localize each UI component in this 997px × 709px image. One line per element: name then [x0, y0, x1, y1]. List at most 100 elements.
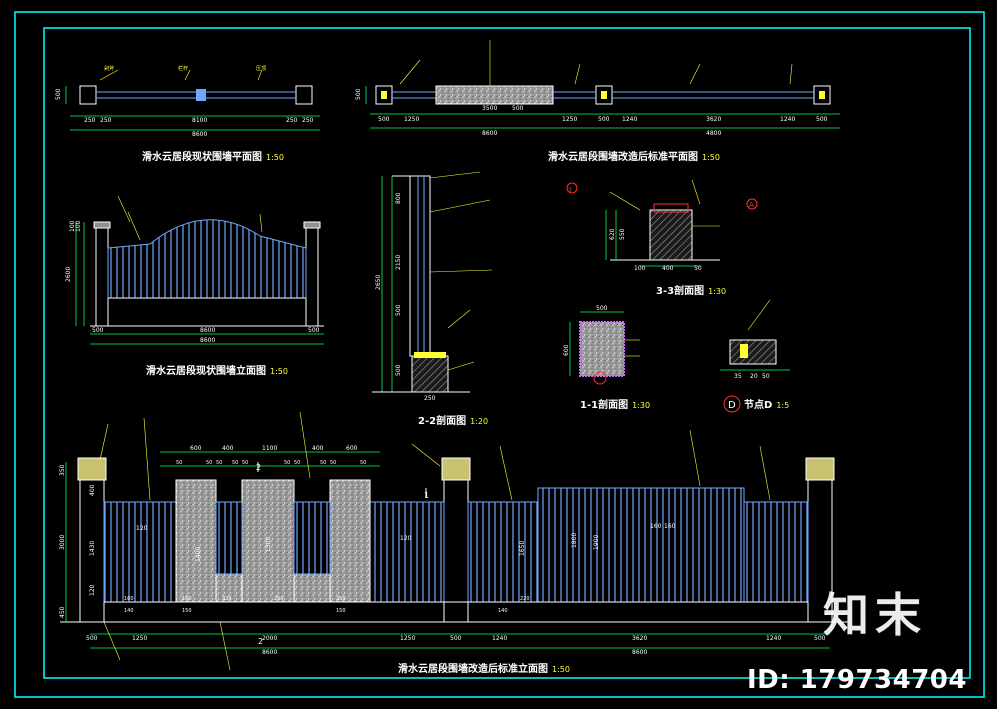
- elev-original-dim-2: 500: [308, 327, 320, 334]
- elev-original-dim-0: 500: [92, 327, 104, 334]
- elev-new-left-dim-0: 350: [59, 464, 66, 476]
- elev-new-bottom-dim-4: 500: [450, 635, 462, 642]
- plan-original-dim-4: 250: [302, 117, 314, 124]
- title-elev-original-scale: 1:50: [270, 367, 288, 376]
- plan-new-dim-3: 1250: [562, 116, 577, 123]
- plan-original-dim-3: 250: [286, 117, 298, 124]
- elev-new-top-dim-11: 50: [294, 460, 300, 466]
- plan-new-dim-12: 500: [355, 88, 362, 100]
- title-sec-33-text: 3-3剖面图: [656, 286, 705, 297]
- sec33-marker-a: A: [749, 201, 754, 209]
- elev-new-top-dim-13: 50: [330, 460, 336, 466]
- sec22-dim-0: 800: [395, 192, 402, 204]
- title-node-d-text: 节点D: [744, 400, 773, 411]
- plan-new-dim-10: 4800: [706, 130, 721, 137]
- sec33-dim-0: 620: [609, 228, 616, 240]
- sec33-dim-1: 550: [619, 228, 626, 240]
- elev-new-top-dim-3: 400: [312, 445, 324, 452]
- elev-new-inner-dim-12: 220: [520, 596, 530, 602]
- elev-new-inner-dim-11: 250: [336, 596, 346, 602]
- plan-new-dim-0: 500: [378, 116, 390, 123]
- svg-text:栏杆: 栏杆: [178, 65, 188, 72]
- elev-new-inner-dim-9: 220: [222, 596, 232, 602]
- elev-new-left-dim-5: 450: [59, 606, 66, 618]
- plan-new-dim-2: 3500: [482, 105, 497, 112]
- elev-new-top-dim-6: 50: [206, 460, 212, 466]
- elev-new-inner-dim-3: 1650: [519, 541, 526, 556]
- title-sec-22-text: 2-2剖面图: [418, 416, 467, 427]
- elev-new-inner-dim-0: 120: [136, 525, 148, 532]
- elev-new-inner-dim-10: 250: [274, 596, 284, 602]
- elev-new-bottom-dim-2: 2000: [262, 635, 277, 642]
- elev-new-inner-dim-8: 160: [182, 596, 192, 602]
- sec11-dim-0: 500: [596, 305, 608, 312]
- elev-new-inner-dim-5: 1900: [593, 535, 600, 550]
- elev-new-inner-dim-2: 1400: [195, 547, 202, 562]
- sec22-dim-4: 500: [395, 364, 402, 376]
- title-plan-original: 滑水云居段现状围墙平面图 1:50: [142, 148, 284, 163]
- title-sec-11: 1-1剖面图 1:30: [580, 396, 650, 411]
- plan-new-dim-7: 1240: [780, 116, 795, 123]
- elev-new-bottom-dim-9: 8600: [262, 649, 277, 656]
- plan-new-dim-11: 500: [512, 105, 524, 112]
- elev-new-left-dim-4: 120: [89, 584, 96, 596]
- elev-new: [60, 411, 850, 671]
- title-node-d: 节点D 1:5: [744, 396, 789, 411]
- elev-new-inner-dim-4: 1800: [571, 533, 578, 548]
- elev-new-top-dim-0: 600: [190, 445, 202, 452]
- title-elev-new-text: 滑水云居段围墙改造后标准立面图: [398, 664, 548, 675]
- plan-original-dim-2: 8100: [192, 117, 207, 124]
- title-sec-33: 3-3剖面图 1:30: [656, 282, 726, 297]
- elev-new-inner-dim-1: 120: [400, 535, 412, 542]
- node-d-marker: D: [728, 400, 736, 411]
- elev-new-inner-dim-7: 160: [124, 596, 134, 602]
- elev-new-bottom-dim-3: 1250: [400, 635, 415, 642]
- watermark-logo: 知末: [823, 588, 927, 642]
- plan-original-dim-5: 8600: [192, 131, 207, 138]
- title-sec-33-scale: 1:30: [708, 287, 727, 296]
- title-elev-new: 滑水云居段围墙改造后标准立面图 1:50: [398, 660, 570, 675]
- elev-new-inner-dim-14: 140: [498, 608, 508, 614]
- title-node-d-scale: 1:5: [776, 401, 790, 410]
- svg-text:压顶: 压顶: [256, 66, 266, 72]
- plan-new-dim-1: 1250: [404, 116, 419, 123]
- sec22-dim-1: 2150: [395, 255, 402, 270]
- elev-new-inner-dim-18: 160: [664, 523, 676, 530]
- elev-new-top-dim-14: 50: [360, 460, 366, 466]
- node-d-dim-2: 50: [762, 373, 770, 380]
- sec33-dim-3: 400: [662, 265, 674, 272]
- title-plan-new-scale: 1:50: [702, 153, 720, 162]
- node-d-dim-0: 35: [734, 373, 742, 380]
- elev-original-dim-6: 100: [75, 220, 82, 232]
- sec33-dim-2: 100: [634, 265, 646, 272]
- watermark-id: ID: 179734704: [746, 665, 967, 695]
- section-33-marker: 3: [568, 187, 572, 194]
- elev-new-inner-dim-15: 150: [182, 608, 192, 614]
- section-22: [372, 171, 493, 393]
- elev-new-left-dim-3: 3000: [59, 535, 66, 550]
- elev-new-left-dim-1: 400: [89, 484, 96, 496]
- elev-new-top-dim-12: 50: [320, 460, 326, 466]
- node-d-dim-1: 20: [750, 373, 758, 380]
- plan-new-dim-4: 500: [598, 116, 610, 123]
- plan-original-dim-1: 250: [100, 117, 112, 124]
- sec22-dim-2: 2650: [375, 275, 382, 290]
- svg-text:剁斧: 剁斧: [104, 65, 114, 72]
- elev-new-top-dim-1: 400: [222, 445, 234, 452]
- elev-original-dim-3: 8600: [200, 337, 215, 344]
- title-elev-original: 滑水云居段现状围墙立面图 1:50: [146, 362, 288, 377]
- sec22-dim-5: 250: [424, 395, 436, 402]
- elev-new-bottom-dim-5: 1240: [492, 635, 507, 642]
- sec11-dim-1: 600: [563, 344, 570, 356]
- elev-new-left-dim-2: 1430: [89, 541, 96, 556]
- title-elev-original-text: 滑水云居段现状围墙立面图: [146, 366, 266, 377]
- title-sec-11-text: 1-1剖面图: [580, 400, 629, 411]
- title-plan-original-scale: 1:50: [266, 153, 284, 162]
- elev-new-top-dim-10: 50: [284, 460, 290, 466]
- elev-new-bottom-dim-6: 3620: [632, 635, 647, 642]
- elev-original-dim-1: 8600: [200, 327, 215, 334]
- section-11: [569, 311, 640, 385]
- sec33-dim-4: 50: [694, 265, 702, 272]
- plan-new-dim-5: 1240: [622, 116, 637, 123]
- elev-new-inner-dim-16: 150: [336, 608, 346, 614]
